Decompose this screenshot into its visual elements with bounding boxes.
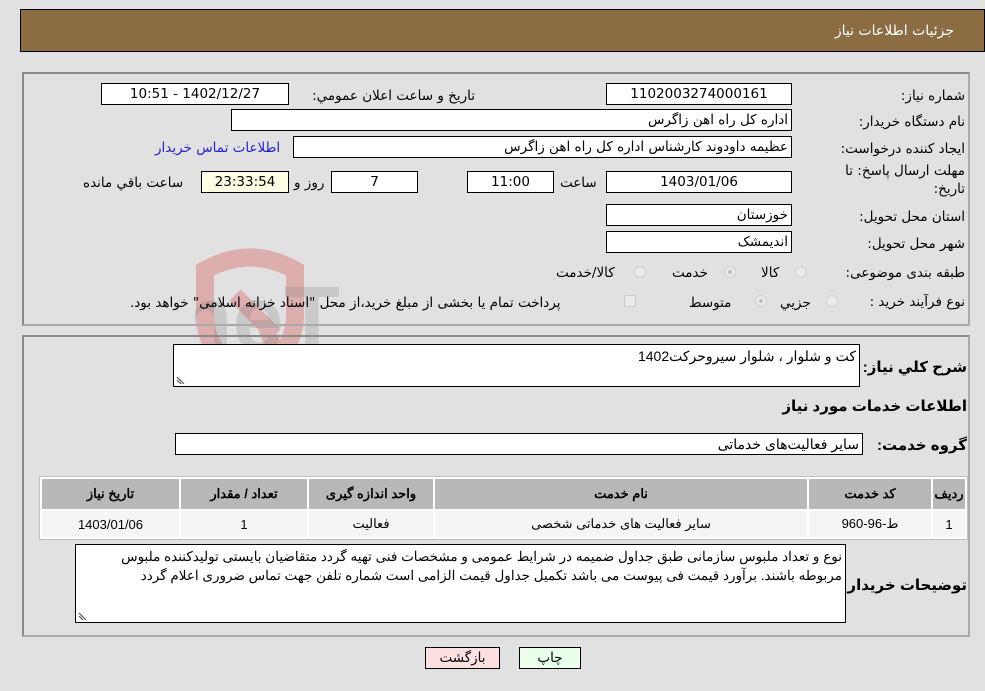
description-label: شرح کلي نياز: xyxy=(862,359,967,376)
col-header-service-code: کد خدمت xyxy=(809,479,931,509)
table-header-row: رديف کد خدمت نام خدمت واحد اندازه گیری ت… xyxy=(42,479,965,509)
col-header-need-date: تاریخ نیاز xyxy=(42,479,179,509)
days-remaining-field: 7 xyxy=(331,171,418,193)
col-header-service-name: نام خدمت xyxy=(435,479,807,509)
category-option-goods-service: کالا/خدمت xyxy=(556,265,615,281)
remaining-label: ساعت باقي مانده xyxy=(83,175,184,191)
category-radio-goods-service[interactable] xyxy=(634,266,646,278)
service-group-field: سایر فعالیت‌های خدماتی xyxy=(175,433,863,455)
deadline-label: مهلت ارسال پاسخ: تا xyxy=(845,163,965,179)
back-button[interactable]: بازگشت xyxy=(425,647,500,669)
description-textarea[interactable]: کت و شلوار ، شلوار سیروحرکت1402 xyxy=(173,344,860,387)
buyer-contact-link[interactable]: اطلاعات تماس خریدار xyxy=(155,140,280,156)
need-number-label: شماره نیاز: xyxy=(900,88,965,104)
page-header: جزئیات اطلاعات نیاز xyxy=(20,9,985,52)
deadline-label-2: تاریخ: xyxy=(933,181,965,197)
service-group-label: گروه خدمت: xyxy=(876,437,967,454)
purchase-option-minor: جزيي xyxy=(780,295,811,311)
province-label: استان محل تحویل: xyxy=(859,209,965,225)
treasury-note: پرداخت تمام یا بخشی از مبلغ خرید،از محل … xyxy=(130,295,561,311)
need-number-field: 1102003274000161 xyxy=(606,83,792,105)
province-field: خوزستان xyxy=(606,204,792,226)
resize-grip-icon[interactable] xyxy=(78,610,88,620)
services-table: رديف کد خدمت نام خدمت واحد اندازه گیری ت… xyxy=(39,476,968,540)
cell-quantity: 1 xyxy=(181,511,307,537)
category-label: طبقه بندی موضوعی: xyxy=(845,265,965,281)
cell-need-date: 1403/01/06 xyxy=(42,511,179,537)
treasury-checkbox[interactable] xyxy=(624,295,636,307)
resize-grip-icon[interactable] xyxy=(176,374,186,384)
category-radio-service[interactable] xyxy=(724,266,736,278)
buyer-org-field: اداره کل راه اهن زاگرس xyxy=(231,109,792,131)
category-radio-goods[interactable] xyxy=(795,266,807,278)
buyer-notes-text: نوع و تعداد ملبوس سازمانی طبق جداول ضمیم… xyxy=(121,549,842,583)
col-header-row-number: رديف xyxy=(933,479,965,509)
purchase-option-medium: متوسط xyxy=(689,295,732,311)
cell-row-number: 1 xyxy=(933,511,965,537)
services-section-title: اطلاعات خدمات مورد نياز xyxy=(782,398,967,415)
deadline-time-field: 11:00 xyxy=(467,171,554,193)
col-header-quantity: تعداد / مقدار xyxy=(181,479,307,509)
buyer-org-label: نام دستگاه خریدار: xyxy=(858,114,965,130)
table-row: 1 ط-96-960 سایر فعالیت های خدماتی شخصی ف… xyxy=(42,511,965,537)
announce-datetime-field: 1402/12/27 - 10:51 xyxy=(101,83,289,105)
print-button[interactable]: چاپ xyxy=(519,647,581,669)
purchase-radio-minor[interactable] xyxy=(826,295,838,307)
remaining-time-field: 23:33:54 xyxy=(201,171,289,193)
cell-service-name: سایر فعالیت های خدماتی شخصی xyxy=(435,511,807,537)
announce-label: تاريخ و ساعت اعلان عمومي: xyxy=(312,88,475,104)
city-label: شهر محل تحویل: xyxy=(867,236,965,252)
category-option-service: خدمت xyxy=(672,265,708,281)
deadline-time-label: ساعت xyxy=(560,175,597,191)
page-title: جزئیات اطلاعات نیاز xyxy=(834,23,954,39)
cell-service-code: ط-96-960 xyxy=(809,511,931,537)
deadline-date-field: 1403/01/06 xyxy=(606,171,792,193)
category-option-goods: کالا xyxy=(761,265,780,281)
days-label: روز و xyxy=(294,175,325,191)
city-field: اندیمشک xyxy=(606,231,792,253)
buyer-notes-textarea[interactable]: نوع و تعداد ملبوس سازمانی طبق جداول ضمیم… xyxy=(75,544,846,623)
col-header-unit: واحد اندازه گیری xyxy=(309,479,433,509)
description-text: کت و شلوار ، شلوار سیروحرکت1402 xyxy=(637,348,856,364)
creator-field: عظیمه داودوند کارشناس اداره کل راه اهن ز… xyxy=(293,136,792,158)
cell-unit: فعالیت xyxy=(309,511,433,537)
buyer-notes-label: توضیحات خریدار: xyxy=(842,577,967,594)
creator-label: ایجاد کننده درخواست: xyxy=(840,141,965,157)
purchase-type-label: نوع فرآیند خرید : xyxy=(869,294,965,310)
purchase-radio-medium[interactable] xyxy=(755,295,767,307)
